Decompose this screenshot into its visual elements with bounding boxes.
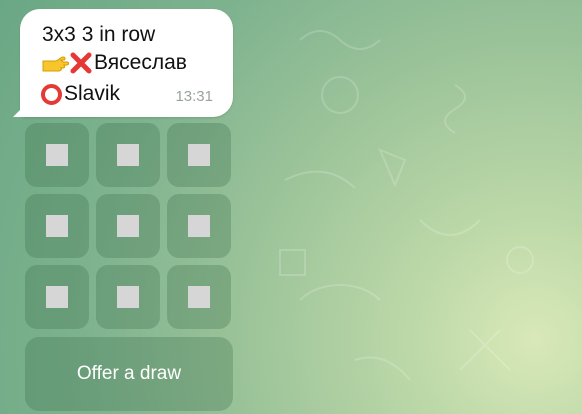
message-line-game-title: 3x3 3 in row xyxy=(42,23,156,46)
empty-square-icon xyxy=(188,144,210,166)
message-bubble: 3x3 3 in row Вясеслав Slavik 13:31 xyxy=(20,9,233,117)
board-cell-r3-c1[interactable] xyxy=(25,265,89,329)
empty-square-icon xyxy=(188,286,210,308)
circle-icon xyxy=(41,83,62,105)
pointing-right-hand-icon xyxy=(42,56,69,72)
player-1-name: Вясеслав xyxy=(94,51,187,74)
board-cell-r2-c1[interactable] xyxy=(25,194,89,258)
empty-square-icon xyxy=(117,144,139,166)
cross-icon xyxy=(70,52,92,74)
board-cell-r1-c3[interactable] xyxy=(167,123,231,187)
empty-square-icon xyxy=(188,215,210,237)
board-cell-r1-c1[interactable] xyxy=(25,123,89,187)
empty-square-icon xyxy=(117,215,139,237)
empty-square-icon xyxy=(117,286,139,308)
tic-tac-toe-board xyxy=(25,123,232,330)
empty-square-icon xyxy=(46,215,68,237)
offer-draw-button[interactable]: Offer a draw xyxy=(25,337,233,411)
empty-square-icon xyxy=(46,144,68,166)
board-cell-r2-c2[interactable] xyxy=(96,194,160,258)
message-line-turn-player: Вясеслав xyxy=(41,51,187,75)
board-cell-r2-c3[interactable] xyxy=(167,194,231,258)
message-timestamp: 13:31 xyxy=(175,88,213,105)
player-2-name: Slavik xyxy=(64,82,121,105)
board-cell-r1-c2[interactable] xyxy=(96,123,160,187)
message-line-opponent: Slavik xyxy=(40,82,120,106)
empty-square-icon xyxy=(46,286,68,308)
board-cell-r3-c2[interactable] xyxy=(96,265,160,329)
board-cell-r3-c3[interactable] xyxy=(167,265,231,329)
